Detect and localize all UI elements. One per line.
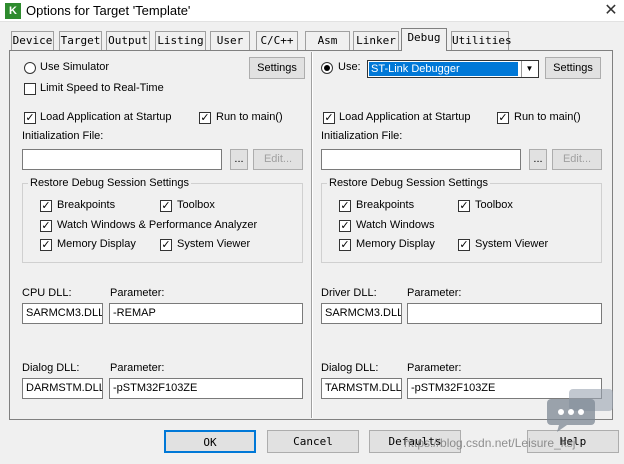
cpu-param-input[interactable]: -REMAP: [109, 303, 303, 324]
left-load-app-label: Load Application at Startup: [40, 111, 172, 123]
left-memory-checkbox[interactable]: ✓: [40, 239, 52, 251]
ok-button[interactable]: OK: [164, 430, 256, 453]
left-init-file-label: Initialization File:: [22, 130, 104, 142]
left-watch-label: Watch Windows & Performance Analyzer: [57, 219, 258, 231]
left-breakpoints-label: Breakpoints: [57, 199, 116, 211]
right-breakpoints-checkbox[interactable]: ✓: [339, 200, 351, 212]
cpu-param-label: Parameter:: [110, 287, 165, 299]
driver-dll-input[interactable]: SARMCM3.DLL: [321, 303, 402, 324]
left-memory-label: Memory Display: [57, 238, 136, 250]
cancel-button[interactable]: Cancel: [267, 430, 359, 453]
tab-output[interactable]: Output: [106, 31, 150, 50]
use-debugger-radio[interactable]: [321, 62, 333, 74]
window-title: Options for Target 'Template': [26, 3, 191, 18]
right-init-file-input[interactable]: [321, 149, 521, 170]
left-browse-button[interactable]: ...: [230, 149, 248, 170]
left-toolbox-checkbox[interactable]: ✓: [160, 200, 172, 212]
chevron-down-icon[interactable]: ▼: [521, 61, 537, 77]
left-breakpoints-checkbox[interactable]: ✓: [40, 200, 52, 212]
right-memory-label: Memory Display: [356, 238, 435, 250]
debugger-select-value: ST-Link Debugger: [369, 62, 518, 76]
left-dialog-param-label: Parameter:: [110, 362, 165, 374]
right-load-app-label: Load Application at Startup: [339, 111, 471, 123]
tab-listing[interactable]: Listing: [155, 31, 206, 50]
right-dialog-dll-input[interactable]: TARMSTM.DLL: [321, 378, 402, 399]
right-watch-label: Watch Windows: [356, 219, 435, 231]
left-toolbox-label: Toolbox: [177, 199, 215, 211]
debugger-settings-button[interactable]: Settings: [545, 57, 601, 79]
left-dialog-dll-input[interactable]: DARMSTM.DLL: [22, 378, 103, 399]
driver-dll-label: Driver DLL:: [321, 287, 377, 299]
right-watch-checkbox[interactable]: ✓: [339, 220, 351, 232]
right-dialog-dll-label: Dialog DLL:: [321, 362, 379, 374]
limit-speed-checkbox[interactable]: [24, 83, 36, 95]
right-run-to-main-checkbox[interactable]: ✓: [497, 112, 509, 124]
left-watch-checkbox[interactable]: ✓: [40, 220, 52, 232]
tab-cpp[interactable]: C/C++: [256, 31, 298, 50]
close-icon[interactable]: ✕: [598, 0, 624, 22]
panel-divider: [311, 52, 313, 418]
simulator-settings-button[interactable]: Settings: [249, 57, 305, 79]
right-restore-group-label: Restore Debug Session Settings: [327, 177, 490, 189]
debugger-select[interactable]: ST-Link Debugger ▼: [367, 60, 539, 78]
right-dialog-param-label: Parameter:: [407, 362, 462, 374]
cpu-dll-input[interactable]: SARMCM3.DLL: [22, 303, 103, 324]
chat-bubble-icon: [547, 389, 613, 432]
use-simulator-radio[interactable]: [24, 62, 36, 74]
left-restore-group-label: Restore Debug Session Settings: [28, 177, 191, 189]
tab-target[interactable]: Target: [59, 31, 102, 50]
driver-param-label: Parameter:: [407, 287, 462, 299]
tab-device[interactable]: Device: [11, 31, 54, 50]
right-toolbox-checkbox[interactable]: ✓: [458, 200, 470, 212]
left-system-viewer-label: System Viewer: [177, 238, 251, 250]
left-run-to-main-label: Run to main(): [216, 111, 283, 123]
tab-asm[interactable]: Asm: [305, 31, 350, 50]
left-dialog-param-input[interactable]: -pSTM32F103ZE: [109, 378, 303, 399]
cpu-dll-label: CPU DLL:: [22, 287, 72, 299]
tab-debug[interactable]: Debug: [401, 28, 447, 51]
use-simulator-label: Use Simulator: [40, 61, 110, 73]
right-run-to-main-label: Run to main(): [514, 111, 581, 123]
tab-utilities[interactable]: Utilities: [451, 31, 512, 50]
right-toolbox-label: Toolbox: [475, 199, 513, 211]
tab-linker[interactable]: Linker: [353, 31, 399, 50]
right-breakpoints-label: Breakpoints: [356, 199, 415, 211]
use-label: Use:: [338, 61, 361, 73]
right-system-viewer-checkbox[interactable]: ✓: [458, 239, 470, 251]
right-browse-button[interactable]: ...: [529, 149, 547, 170]
left-run-to-main-checkbox[interactable]: ✓: [199, 112, 211, 124]
left-load-app-checkbox[interactable]: ✓: [24, 112, 36, 124]
right-load-app-checkbox[interactable]: ✓: [323, 112, 335, 124]
left-edit-button[interactable]: Edit...: [253, 149, 303, 170]
left-dialog-dll-label: Dialog DLL:: [22, 362, 80, 374]
right-edit-button[interactable]: Edit...: [552, 149, 602, 170]
tab-user[interactable]: User: [210, 31, 250, 50]
right-system-viewer-label: System Viewer: [475, 238, 549, 250]
right-memory-checkbox[interactable]: ✓: [339, 239, 351, 251]
right-init-file-label: Initialization File:: [321, 130, 403, 142]
limit-speed-label: Limit Speed to Real-Time: [40, 82, 164, 94]
keil-icon: K: [5, 3, 21, 19]
left-init-file-input[interactable]: [22, 149, 222, 170]
left-system-viewer-checkbox[interactable]: ✓: [160, 239, 172, 251]
watermark-text: https://blog.csdn.net/Leisure_ksj: [404, 436, 576, 450]
driver-param-input[interactable]: [407, 303, 602, 324]
title-bar: K Options for Target 'Template' ✕: [0, 0, 624, 22]
